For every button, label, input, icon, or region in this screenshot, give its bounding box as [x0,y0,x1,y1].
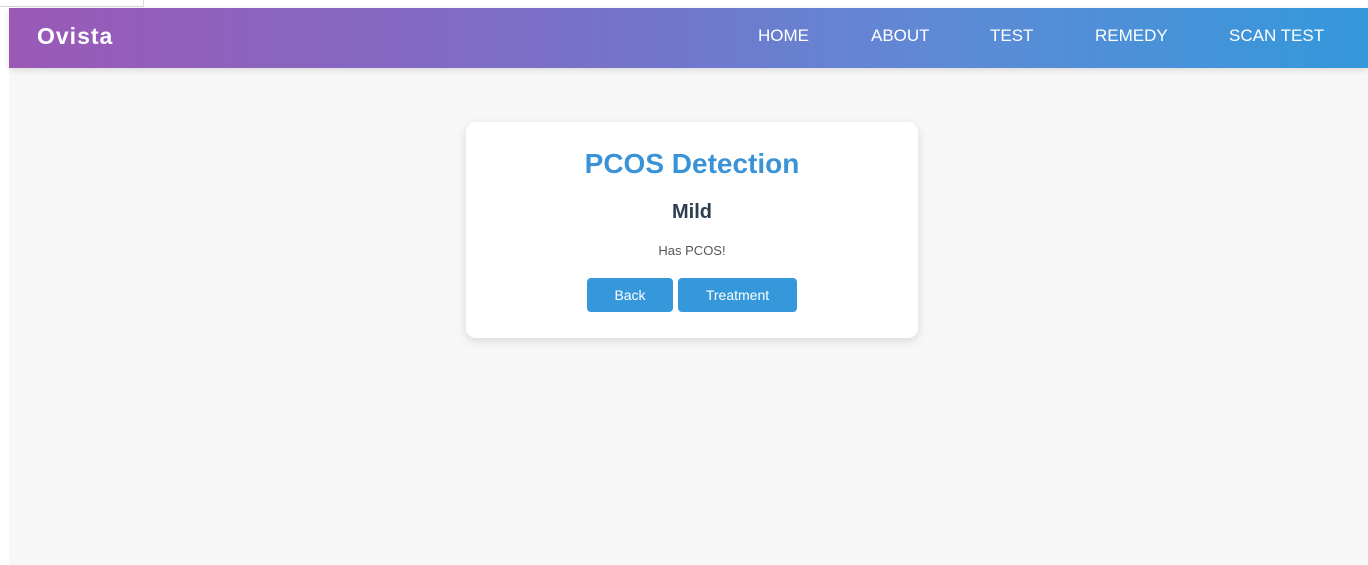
nav-link-test[interactable]: TEST [990,8,1033,68]
browser-corner-frame [0,0,144,7]
severity-label: Mild [672,201,712,223]
back-button[interactable]: Back [587,278,673,312]
result-card: PCOS Detection Mild Has PCOS! Back Treat… [466,122,918,338]
treatment-button[interactable]: Treatment [678,278,797,312]
page-viewport: Ovista HOME ABOUT TEST REMEDY SCAN TEST … [9,8,1368,565]
nav-link-scan-test[interactable]: SCAN TEST [1229,8,1324,68]
site-logo[interactable]: Ovista [37,8,113,68]
result-message: Has PCOS! [658,243,726,258]
nav-link-remedy[interactable]: REMEDY [1095,8,1168,68]
result-title: PCOS Detection [584,148,800,179]
nav-link-home[interactable]: HOME [758,8,809,68]
nav-link-about[interactable]: ABOUT [871,8,930,68]
top-navbar: Ovista HOME ABOUT TEST REMEDY SCAN TEST [9,8,1368,68]
